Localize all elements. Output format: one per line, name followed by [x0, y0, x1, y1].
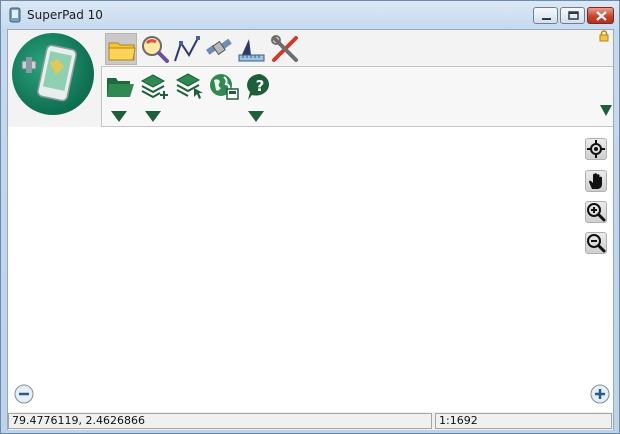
plus-circle-icon	[590, 384, 610, 404]
app-icon	[9, 7, 21, 23]
draw-icon	[174, 36, 200, 62]
tab-draw[interactable]	[171, 33, 203, 65]
globe-export-icon	[210, 74, 239, 100]
open-button[interactable]	[104, 72, 136, 102]
layer-dropdown-arrow[interactable]	[145, 111, 161, 122]
tab-search[interactable]	[139, 33, 171, 65]
add-layer-icon	[140, 74, 168, 99]
folder-icon	[108, 42, 136, 61]
status-bar: 79.4776119, 2.4626866 1:1692	[8, 412, 613, 430]
svg-text:?: ?	[256, 77, 265, 95]
close-button[interactable]	[587, 7, 614, 24]
app-logo	[12, 33, 94, 115]
locate-icon	[587, 140, 605, 158]
add-layer-button[interactable]	[138, 72, 170, 102]
ribbon-panel: ?	[101, 66, 613, 127]
locate-button[interactable]	[585, 138, 607, 160]
tab-measure[interactable]	[235, 33, 267, 65]
zoom-out-icon	[587, 234, 606, 253]
open-dropdown-arrow[interactable]	[111, 111, 127, 122]
window-title: SuperPad 10	[27, 8, 103, 22]
title-bar[interactable]: SuperPad 10	[1, 1, 619, 29]
logo-area	[8, 30, 101, 127]
maximize-button[interactable]	[560, 7, 585, 24]
zoom-in-icon	[587, 203, 606, 222]
tab-tools[interactable]	[269, 33, 301, 65]
layer-select-button[interactable]	[174, 72, 206, 102]
tab-gps[interactable]	[203, 33, 235, 65]
satellite-icon	[206, 38, 232, 56]
layer-select-icon	[175, 73, 203, 99]
zoom-out-round-button[interactable]	[14, 384, 34, 404]
globe-export-button[interactable]	[208, 72, 240, 102]
ribbon-expand-arrow[interactable]	[600, 105, 612, 116]
pan-hand-icon	[589, 173, 602, 189]
map-canvas[interactable]	[8, 127, 613, 410]
minimize-button[interactable]	[533, 7, 558, 24]
tab-file[interactable]	[105, 33, 137, 65]
coordinate-readout: 79.4776119, 2.4626866	[8, 413, 432, 429]
tools-icon	[271, 35, 298, 62]
zoom-out-button[interactable]	[585, 232, 607, 254]
client-area: ? 79.4776119, 2.4626866 1:1692	[7, 29, 614, 430]
measure-icon	[238, 39, 265, 62]
scale-readout: 1:1692	[435, 413, 612, 429]
tool-tab-bar	[101, 30, 613, 67]
search-icon	[142, 36, 169, 63]
help-dropdown-arrow[interactable]	[248, 111, 264, 122]
open-folder-icon	[107, 78, 134, 97]
pan-button[interactable]	[585, 170, 607, 192]
minus-circle-icon	[14, 384, 34, 404]
zoom-in-round-button[interactable]	[590, 384, 610, 404]
lock-icon[interactable]	[599, 30, 609, 42]
help-button[interactable]: ?	[244, 72, 276, 102]
zoom-in-button[interactable]	[585, 201, 607, 223]
help-icon: ?	[247, 74, 270, 100]
app-window: SuperPad 10 ? 79.4776119, 2.4626866 1:16…	[0, 0, 620, 434]
